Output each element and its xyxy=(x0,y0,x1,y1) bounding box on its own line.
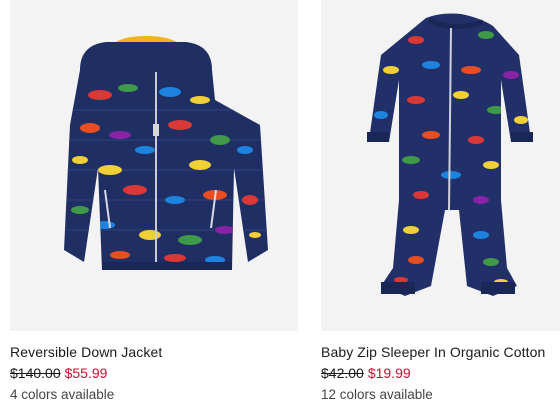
dino-print-sleeper-image xyxy=(367,13,533,296)
original-price: $42.00 xyxy=(321,365,364,381)
product-price: $42.00 $19.99 xyxy=(321,365,560,382)
product-card-reversible-down-jacket[interactable]: Reversible Down Jacket $140.00 $55.99 4 c… xyxy=(10,0,298,403)
product-price: $140.00 $55.99 xyxy=(10,365,298,382)
product-image-jacket[interactable] xyxy=(10,0,298,331)
product-name[interactable]: Baby Zip Sleeper In Organic Cotton xyxy=(321,344,560,361)
colors-available[interactable]: 12 colors available xyxy=(321,386,560,403)
product-card-baby-zip-sleeper[interactable]: Baby Zip Sleeper In Organic Cotton $42.0… xyxy=(321,0,560,403)
original-price: $140.00 xyxy=(10,365,61,381)
product-grid: Reversible Down Jacket $140.00 $55.99 4 c… xyxy=(0,0,560,411)
product-name[interactable]: Reversible Down Jacket xyxy=(10,344,298,361)
sale-price: $19.99 xyxy=(367,365,411,381)
dino-print-puffer-jacket-image xyxy=(64,36,268,270)
product-image-sleeper[interactable] xyxy=(321,0,560,331)
colors-available[interactable]: 4 colors available xyxy=(10,386,298,403)
sale-price: $55.99 xyxy=(64,365,108,381)
